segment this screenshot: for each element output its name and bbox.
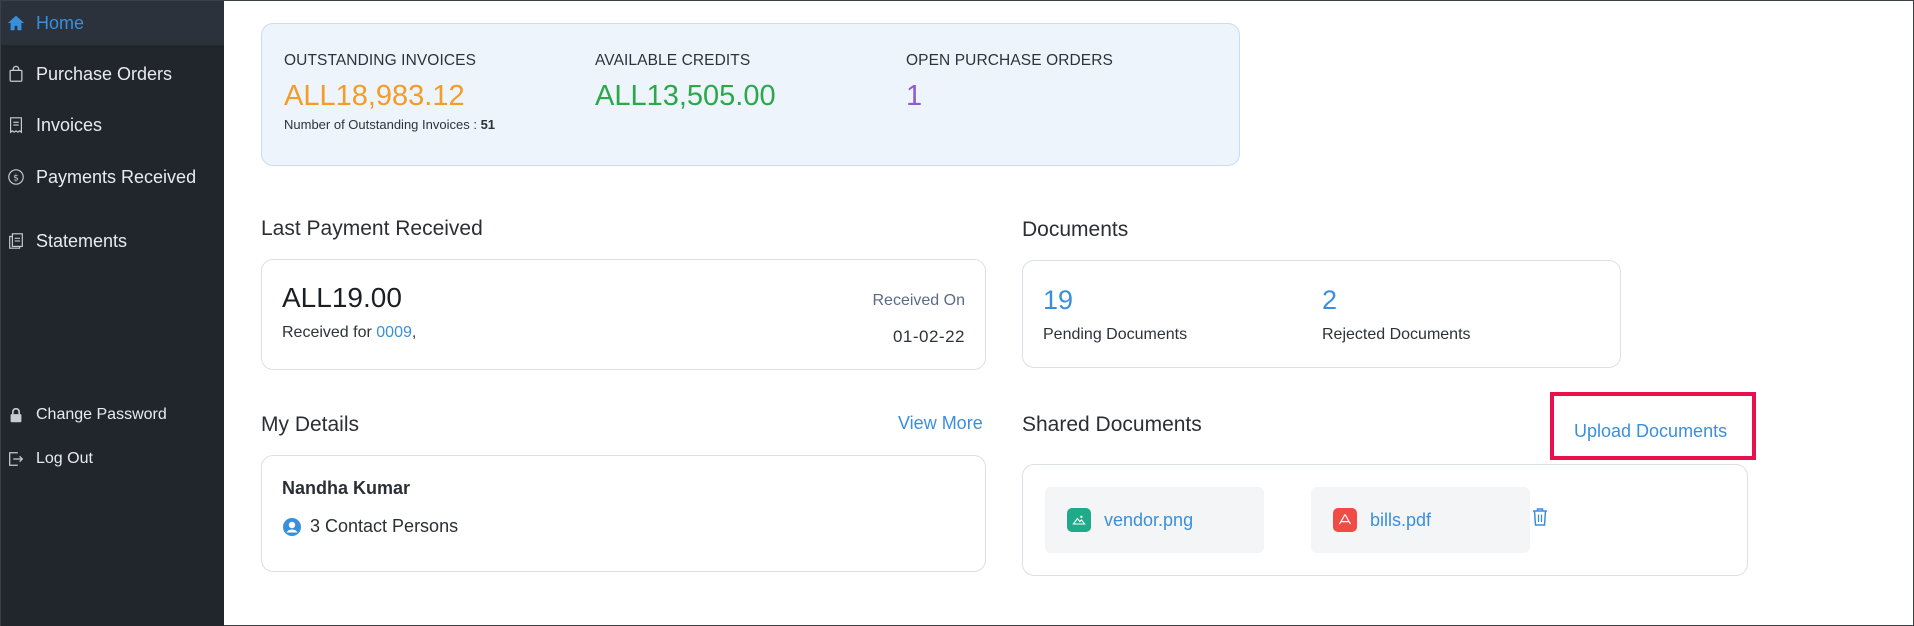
- image-file-icon: [1067, 508, 1091, 532]
- documents-card: 19 Pending Documents 2 Rejected Document…: [1022, 260, 1621, 368]
- sidebar-item-label: Payments Received: [36, 166, 197, 187]
- contact-persons-line[interactable]: 3 Contact Persons: [282, 516, 458, 537]
- documents-title: Documents: [1022, 218, 1129, 241]
- sidebar-item-statements[interactable]: Statements: [1, 219, 224, 263]
- my-details-card: Nandha Kumar 3 Contact Persons: [261, 455, 986, 572]
- received-on-label: Received On: [872, 292, 966, 309]
- pending-documents-count[interactable]: 19: [1043, 285, 1073, 316]
- upload-documents-link[interactable]: Upload Documents: [1574, 421, 1727, 442]
- sidebar-item-label: Change Password: [36, 406, 167, 423]
- available-credits-value: ALL13,505.00: [595, 80, 776, 112]
- open-purchase-orders-label: OPEN PURCHASE ORDERS: [906, 52, 1113, 69]
- shared-documents-card: vendor.png bills.pdf: [1022, 464, 1748, 576]
- open-purchase-orders-block: OPEN PURCHASE ORDERS 1: [906, 52, 1113, 113]
- sidebar-item-log-out[interactable]: Log Out: [1, 437, 224, 481]
- received-for-line: Received for 0009,: [282, 324, 416, 342]
- view-more-link[interactable]: View More: [898, 413, 983, 434]
- shopping-bag-icon: [5, 63, 27, 85]
- pending-documents-label: Pending Documents: [1043, 326, 1188, 343]
- summary-banner: OUTSTANDING INVOICES ALL18,983.12 Number…: [261, 23, 1240, 166]
- sidebar-item-purchase-orders[interactable]: Purchase Orders: [1, 52, 224, 96]
- received-for-suffix: ,: [411, 324, 417, 341]
- sidebar: Home Purchase Orders Invoices $ Payments…: [1, 1, 224, 626]
- svg-text:$: $: [13, 174, 19, 184]
- received-on-date: 01-02-22: [892, 327, 965, 346]
- shared-file-name: bills.pdf: [1370, 509, 1432, 530]
- dollar-circle-icon: $: [5, 166, 27, 188]
- document-copy-icon: [5, 230, 27, 252]
- outstanding-invoices-value: ALL18,983.12: [284, 80, 465, 112]
- payment-amount: ALL19.00: [282, 282, 402, 313]
- sidebar-item-invoices[interactable]: Invoices: [1, 103, 224, 147]
- sidebar-item-label: Home: [36, 12, 85, 33]
- trash-icon[interactable]: [1531, 507, 1549, 527]
- outstanding-count-value: 51: [480, 117, 496, 132]
- outstanding-count-label: Number of Outstanding Invoices :: [284, 117, 477, 132]
- shared-file-vendor-png[interactable]: vendor.png: [1045, 487, 1264, 553]
- contact-persons-label: 3 Contact Persons: [310, 516, 459, 536]
- lock-icon: [5, 404, 27, 426]
- outstanding-invoices-block: OUTSTANDING INVOICES ALL18,983.12 Number…: [284, 52, 495, 132]
- home-icon: [5, 12, 27, 34]
- shared-documents-title: Shared Documents: [1022, 413, 1202, 436]
- sidebar-item-label: Log Out: [36, 450, 93, 467]
- sidebar-item-home[interactable]: Home: [1, 1, 224, 45]
- pdf-file-icon: [1333, 508, 1357, 532]
- open-purchase-orders-value: 1: [906, 80, 923, 112]
- app-window: Home Purchase Orders Invoices $ Payments…: [0, 0, 1914, 626]
- sidebar-item-change-password[interactable]: Change Password: [1, 393, 224, 437]
- user-circle-icon: [282, 517, 302, 537]
- rejected-documents-count[interactable]: 2: [1322, 285, 1337, 316]
- last-payment-card: ALL19.00 Received for 0009, Received On …: [261, 259, 986, 370]
- last-payment-title: Last Payment Received: [261, 217, 483, 240]
- received-for-invoice-link[interactable]: 0009: [376, 324, 412, 341]
- my-details-title: My Details: [261, 413, 360, 436]
- shared-file-bills-pdf[interactable]: bills.pdf: [1311, 487, 1530, 553]
- received-for-label: Received for: [282, 324, 372, 341]
- contact-name: Nandha Kumar: [282, 478, 411, 498]
- sidebar-item-label: Invoices: [36, 114, 103, 135]
- sidebar-item-label: Statements: [36, 230, 128, 251]
- sidebar-item-label: Purchase Orders: [36, 63, 173, 84]
- logout-icon: [5, 448, 27, 470]
- available-credits-block: AVAILABLE CREDITS ALL13,505.00: [595, 52, 776, 113]
- sidebar-item-payments-received[interactable]: $ Payments Received: [1, 155, 224, 199]
- available-credits-label: AVAILABLE CREDITS: [595, 52, 751, 69]
- shared-file-name: vendor.png: [1104, 509, 1194, 530]
- rejected-documents-label: Rejected Documents: [1322, 326, 1471, 343]
- outstanding-invoices-label: OUTSTANDING INVOICES: [284, 52, 477, 69]
- receipt-icon: [5, 114, 27, 136]
- outstanding-count-line: Number of Outstanding Invoices : 51: [284, 117, 495, 132]
